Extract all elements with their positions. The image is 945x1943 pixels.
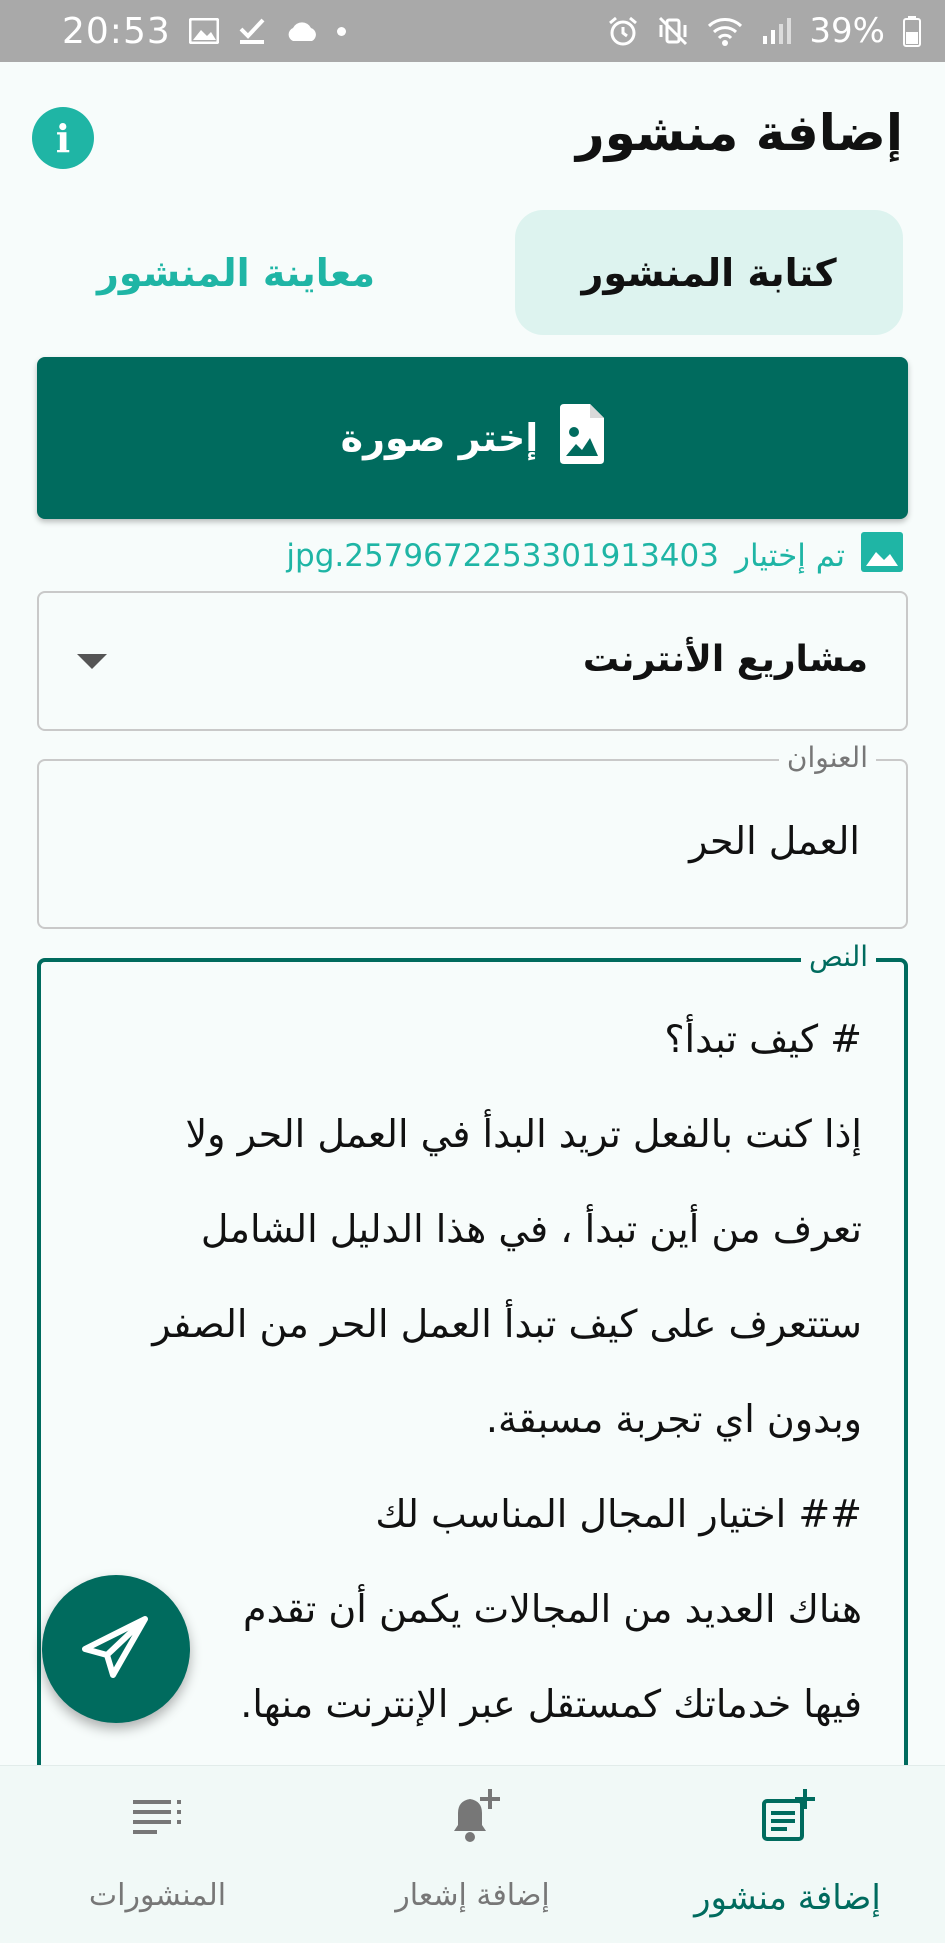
send-icon (81, 1615, 151, 1683)
send-post-button[interactable] (42, 1575, 190, 1723)
nav-add-notification[interactable]: إضافة إشعار (315, 1766, 630, 1943)
title-field-label: العنوان (778, 741, 876, 774)
tab-preview-post[interactable]: معاينة المنشور (60, 210, 412, 335)
selected-label: تم إختيار (734, 538, 845, 574)
posts-list-icon (128, 1786, 188, 1846)
category-dropdown[interactable]: مشاريع الأنترنت (37, 591, 908, 731)
nav-posts-label: المنشورات (88, 1878, 227, 1913)
status-bar-left: 20:53 (62, 11, 346, 52)
dropdown-arrow-icon (77, 654, 107, 669)
choose-image-label: إختر صورة (340, 416, 539, 460)
image-icon (188, 18, 219, 44)
wifi-icon (707, 16, 743, 46)
title-field[interactable]: العنوان العمل الحر (37, 741, 908, 929)
status-time: 20:53 (62, 10, 171, 52)
picture-icon (861, 532, 903, 580)
nav-posts[interactable]: المنشورات (0, 1766, 315, 1943)
nav-add-post-label: إضافة منشور (694, 1878, 881, 1918)
bottom-navigation: إضافة منشور إضافة إشعار المنشورات (0, 1765, 945, 1943)
category-selected-value: مشاريع الأنترنت (582, 639, 868, 680)
cloud-icon (285, 20, 319, 42)
image-file-icon (560, 403, 605, 473)
battery-percent: 39% (809, 11, 885, 51)
screen: 20:53 39% إضافة منشور i كتابة المنشور مع… (0, 0, 945, 1943)
status-bar: 20:53 39% (0, 0, 945, 62)
add-notification-icon (443, 1786, 503, 1846)
add-post-icon (758, 1786, 818, 1846)
tab-write-post[interactable]: كتابة المنشور (515, 210, 903, 335)
selected-image-row: تم إختيار 2579672253301913403.jpg (286, 532, 903, 580)
selected-file-name: 2579672253301913403.jpg (286, 538, 719, 574)
nav-add-notification-label: إضافة إشعار (395, 1878, 550, 1913)
check-icon (237, 17, 267, 45)
app-header: إضافة منشور i (0, 62, 945, 212)
battery-icon (903, 15, 921, 47)
status-bar-right: 39% (607, 11, 921, 51)
page-title: إضافة منشور (575, 104, 903, 162)
signal-icon (761, 16, 792, 46)
nav-add-post[interactable]: إضافة منشور (630, 1766, 945, 1943)
body-field-label: النص (800, 940, 876, 973)
choose-image-button[interactable]: إختر صورة (37, 357, 908, 519)
dot-icon (336, 26, 346, 36)
info-icon[interactable]: i (32, 107, 94, 169)
title-field-value: العمل الحر (689, 819, 860, 863)
vibrate-off-icon (657, 15, 689, 47)
alarm-icon (607, 15, 639, 47)
body-field-value: # كيف تبدأ؟ إذا كنت بالفعل تريد البدأ في… (152, 1017, 862, 1726)
